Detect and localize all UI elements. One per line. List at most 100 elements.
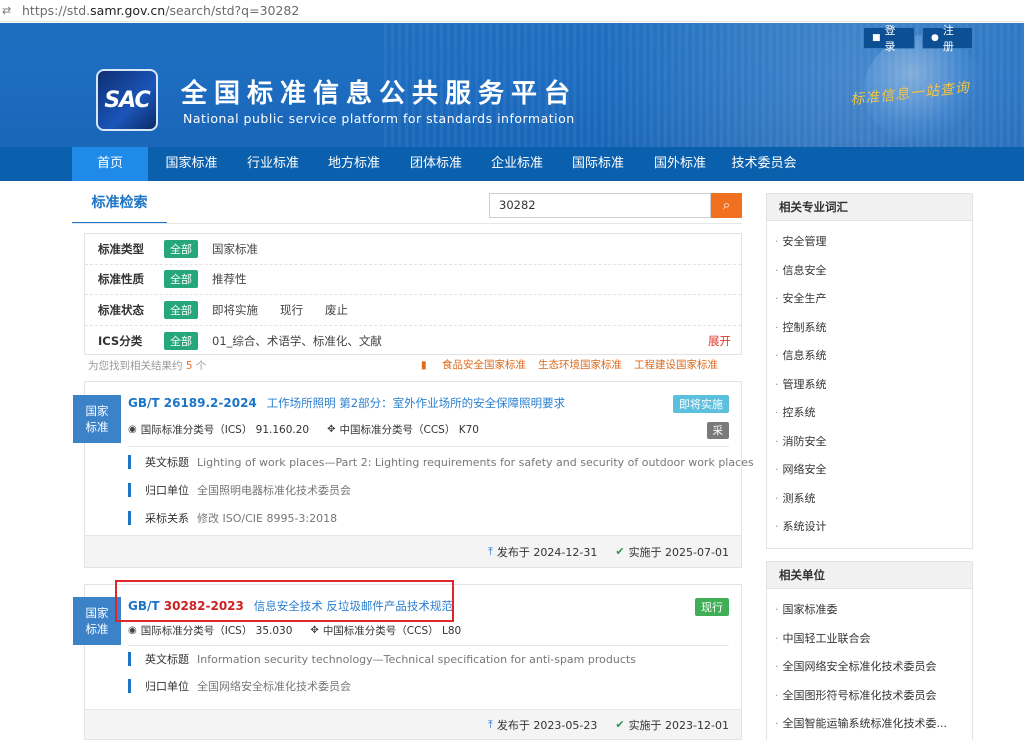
standard-name[interactable]: 工作场所照明 第2部分：室外作业场所的安全保障照明要求 — [267, 396, 565, 410]
nav-national-standards[interactable]: 国家标准 — [148, 147, 235, 181]
list-item[interactable]: 控制系统 — [767, 314, 972, 343]
ics-label: 国际标准分类号（ICS） — [140, 424, 253, 436]
filter-all-tag[interactable]: 全部 — [164, 300, 198, 319]
status-badge: 即将实施 — [673, 395, 729, 413]
url-host: samr.gov.cn — [90, 3, 166, 18]
filter-all-tag[interactable]: 全部 — [164, 270, 198, 289]
login-button[interactable]: ■ 登录 — [863, 24, 915, 53]
quick-link-eco-env[interactable]: 生态环境国家标准 — [538, 357, 622, 372]
nav-foreign-standards[interactable]: 国外标准 — [637, 147, 723, 181]
list-item[interactable]: 全国智能运输系统标准化技术委... — [767, 710, 972, 739]
filter-option[interactable]: 国家标准 — [212, 241, 258, 257]
list-item[interactable]: 中国轻工业联合会 — [767, 625, 972, 654]
site-title: 全国标准信息公共服务平台 — [181, 79, 578, 109]
list-item[interactable]: 全国图形符号标准化技术委员会 — [767, 682, 972, 711]
detail-row: 英文标题 Lighting of work places—Part 2: Ligh… — [128, 454, 754, 470]
filter-option[interactable]: 01_综合、术语学、标准化、文献 — [212, 333, 382, 349]
list-item[interactable]: 信息系统 — [767, 342, 972, 371]
detail-value: Information security technology—Technica… — [197, 652, 636, 666]
list-item[interactable]: 测系统 — [767, 485, 972, 514]
ccs-label: 中国标准分类号（CCS） — [322, 625, 439, 637]
adopt-badge: 采 — [706, 422, 729, 439]
result-card: 国家 标准 GB/T 26189.2-2024 工作场所照明 第2部分：室外作业场… — [73, 381, 754, 568]
classification-line: ◉ 国际标准分类号（ICS） 91.160.20 ✥ 中国标准分类号（CCS） … — [128, 422, 479, 437]
list-item[interactable]: 系统设计 — [767, 513, 972, 542]
list-item[interactable]: 全国网络安全标准化技术委员会 — [767, 653, 972, 682]
list-item[interactable]: 网络安全 — [767, 456, 972, 485]
search-button[interactable]: ⌕ — [711, 193, 742, 218]
quick-link-food-safety[interactable]: ▮ 食品安全国家标准 — [409, 357, 526, 372]
card-divider — [128, 446, 729, 447]
effective-date: 实施于 2023-12-01 — [628, 718, 729, 732]
address-bar[interactable]: ⇄ https://std. samr.gov.cn/search/std?q=3… — [0, 0, 1024, 22]
nav-home[interactable]: 首页 — [72, 147, 148, 181]
card-footer: ⤒ 发布于 2023-05-23 ✔ 实施于 2023-12-01 — [85, 709, 741, 739]
nav-group-standards[interactable]: 团体标准 — [397, 147, 475, 181]
list-item[interactable]: 信息安全 — [767, 257, 972, 286]
result-count-prefix: 为您找到相关结果约 — [88, 360, 183, 372]
filter-option[interactable]: 现行 — [280, 302, 303, 318]
main-nav: 首页 国家标准 行业标准 地方标准 团体标准 企业标准 国际标准 国外标准 技术… — [0, 147, 1024, 181]
detail-label: 归口单位 — [145, 680, 189, 693]
card-divider — [128, 645, 729, 646]
filter-option[interactable]: 即将实施 — [212, 302, 258, 318]
list-item[interactable]: 安全生产 — [767, 285, 972, 314]
detail-row: 归口单位 全国照明电器标准化技术委员会 — [128, 482, 351, 498]
quick-link-label: 食品安全国家标准 — [442, 359, 526, 371]
sac-logo[interactable]: SAC — [96, 69, 158, 131]
detail-row: 采标关系 修改 ISO/CIE 8995-3:2018 — [128, 510, 337, 526]
standard-code[interactable]: GB/T 26189.2-2024 — [128, 396, 257, 410]
detail-label: 英文标题 — [145, 653, 189, 666]
site-subtitle: National public service platform for sta… — [183, 111, 575, 126]
related-terms-list: 安全管理 信息安全 安全生产 控制系统 信息系统 管理系统 控系统 消防安全 网… — [767, 221, 972, 542]
filter-panel: 标准类型 全部 国家标准 标准性质 全部 推荐性 标准状态 全部 即将实施 现行… — [84, 233, 742, 355]
detail-value: 全国网络安全标准化技术委员会 — [197, 680, 351, 693]
filter-all-tag[interactable]: 全部 — [164, 331, 198, 350]
list-item[interactable]: 消防安全 — [767, 428, 972, 457]
check-icon: ✔ — [615, 545, 625, 558]
ics-value: 91.160.20 — [255, 423, 310, 436]
filter-row-ics: ICS分类 全部 01_综合、术语学、标准化、文献 展开 — [85, 326, 741, 357]
effective-date: 实施于 2025-07-01 — [628, 545, 729, 559]
tab-standard-search[interactable]: 标准检索 — [72, 192, 167, 224]
panel-title: 相关专业词汇 — [767, 194, 972, 221]
detail-row: 归口单位 全国网络安全标准化技术委员会 — [128, 678, 351, 694]
nav-industry-standards[interactable]: 行业标准 — [235, 147, 311, 181]
check-icon: ✔ — [615, 718, 625, 731]
site-header: 标准信息一站查询 ■ 登录 ● 注册 SAC 全国标准信息公共服务平台 Nati… — [0, 23, 1024, 147]
quick-links: ▮ 食品安全国家标准 生态环境国家标准 工程建设国家标准 — [397, 357, 718, 372]
upload-icon: ⤒ — [488, 717, 493, 731]
search-input[interactable]: 30282 — [489, 193, 711, 218]
expand-link[interactable]: 展开 — [708, 333, 731, 349]
url-suffix: /search/std?q=30282 — [165, 3, 300, 18]
url-prefix: https://std. — [22, 3, 91, 18]
register-button[interactable]: ● 注册 — [922, 24, 973, 53]
list-item[interactable]: 管理系统 — [767, 371, 972, 400]
search-icon: ⌕ — [722, 198, 731, 213]
detail-value: 修改 ISO/CIE 8995-3:2018 — [197, 512, 338, 525]
nav-technical-committees[interactable]: 技术委员会 — [723, 147, 805, 181]
filter-option[interactable]: 废止 — [325, 302, 348, 318]
list-item[interactable]: 国家标准委 — [767, 596, 972, 625]
category-badge: 国家 标准 — [73, 597, 121, 645]
logo-text: SAC — [104, 87, 150, 113]
nav-enterprise-standards[interactable]: 企业标准 — [475, 147, 559, 181]
list-item[interactable]: 安全管理 — [767, 228, 972, 257]
filter-label: 标准类型 — [98, 241, 144, 256]
nav-international-standards[interactable]: 国际标准 — [559, 147, 637, 181]
published-date: 发布于 2024-12-31 — [496, 545, 598, 559]
result-count-number: 5 — [185, 360, 193, 372]
detail-label: 归口单位 — [145, 484, 189, 497]
globe-icon: ◉ — [128, 424, 137, 435]
list-item[interactable]: 控系统 — [767, 399, 972, 428]
nav-local-standards[interactable]: 地方标准 — [311, 147, 397, 181]
filter-all-tag[interactable]: 全部 — [164, 239, 198, 258]
standard-title[interactable]: GB/T 26189.2-2024 工作场所照明 第2部分：室外作业场所的安全保… — [128, 395, 565, 411]
globe-icon: ◉ — [128, 625, 137, 636]
filter-row-status: 标准状态 全部 即将实施 现行 废止 — [85, 295, 741, 326]
site-info-icon[interactable]: ⇄ — [2, 4, 16, 17]
card-footer: ⤒ 发布于 2024-12-31 ✔ 实施于 2025-07-01 — [85, 535, 741, 567]
filter-option[interactable]: 推荐性 — [212, 271, 247, 287]
status-badge: 现行 — [695, 598, 729, 616]
quick-link-construction[interactable]: 工程建设国家标准 — [634, 357, 718, 372]
